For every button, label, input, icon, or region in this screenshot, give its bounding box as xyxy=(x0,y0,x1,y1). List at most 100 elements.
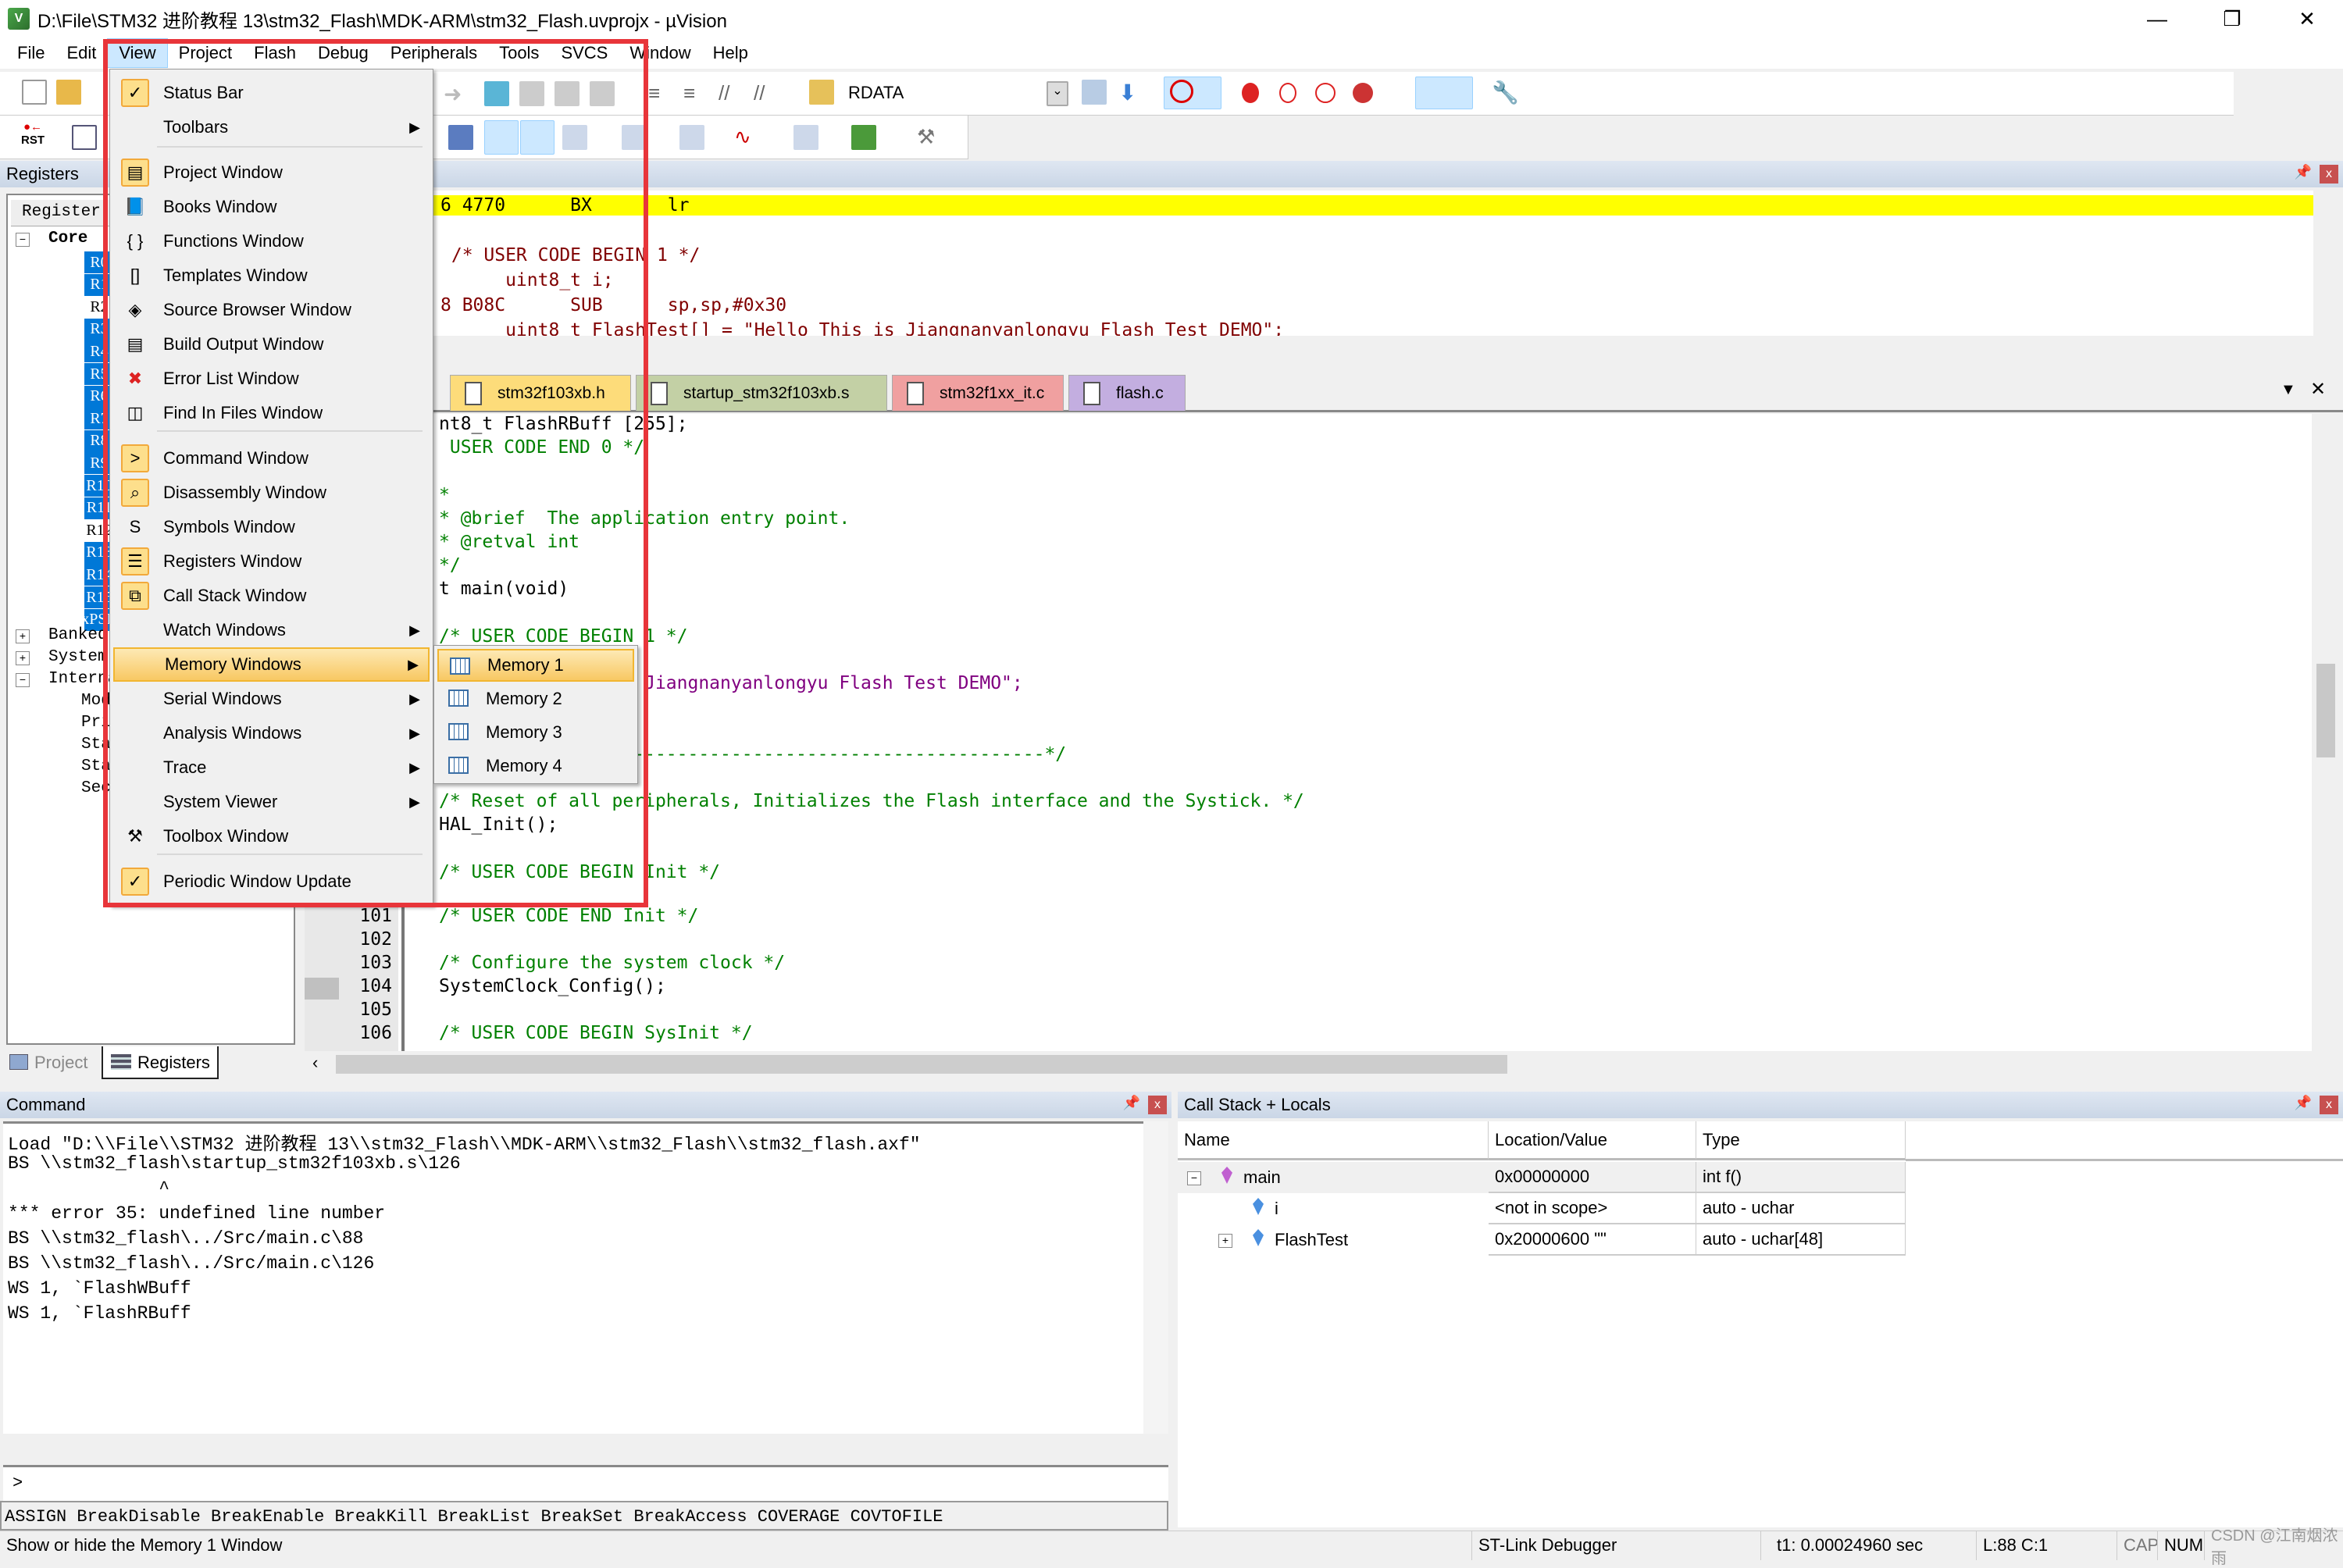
forward-arrow-icon[interactable]: ➜ xyxy=(444,81,469,106)
memory-submenu-item-1[interactable]: Memory 1 xyxy=(437,649,634,682)
view-menu-item-system-viewer[interactable]: System Viewer ▶ xyxy=(113,785,430,819)
collapse-core-icon[interactable]: − xyxy=(16,233,30,247)
internal-sec[interactable]: Sec xyxy=(81,779,111,797)
column-header-location[interactable]: Location/Value xyxy=(1489,1121,1696,1160)
view-menu-item-trace[interactable]: Trace ▶ xyxy=(113,750,430,785)
view-menu-item-templates-window[interactable]: [] Templates Window xyxy=(113,258,430,293)
view-menu-item-toolbox-window[interactable]: ⚒ Toolbox Window xyxy=(113,819,430,853)
command-output[interactable]: Load "D:\\File\\STM32 进阶教程 13\\stm32_Fla… xyxy=(3,1121,1143,1434)
menu-edit[interactable]: Edit xyxy=(55,38,107,68)
watch-window-icon[interactable] xyxy=(562,125,587,150)
view-menu-item-memory-windows[interactable]: Memory Windows ▶ xyxy=(113,647,430,682)
serial-window-icon[interactable] xyxy=(679,125,704,150)
close-command-button[interactable]: x xyxy=(1148,1096,1167,1114)
view-menu-item-source-browser-window[interactable]: ◈ Source Browser Window xyxy=(113,293,430,327)
menu-file[interactable]: File xyxy=(6,38,55,68)
command-hscrollbar[interactable] xyxy=(3,1434,1168,1459)
close-disassembly-button[interactable]: x xyxy=(2320,165,2338,184)
find-dropdown-button[interactable]: ⌄ xyxy=(1047,81,1068,106)
command-input[interactable]: > xyxy=(3,1465,1168,1501)
unindent-icon[interactable]: ≡ xyxy=(683,81,708,106)
view-menu-item-build-output-window[interactable]: ▤ Build Output Window xyxy=(113,327,430,362)
system-viewer-icon[interactable] xyxy=(851,125,876,150)
editor-tab-0[interactable]: stm32f103xb.h xyxy=(450,375,631,411)
system-group[interactable]: System xyxy=(48,648,108,666)
view-menu-item-books-window[interactable]: 📘 Books Window xyxy=(113,190,430,224)
open-folder-icon[interactable] xyxy=(56,80,81,105)
editor-tab-3[interactable]: flash.c xyxy=(1068,375,1186,411)
registers-window-button[interactable] xyxy=(484,120,519,155)
memory-window-icon[interactable] xyxy=(622,125,647,150)
indent-icon[interactable]: ≡ xyxy=(648,81,673,106)
view-menu-item-symbols-window[interactable]: S Symbols Window xyxy=(113,510,430,544)
menu-flash[interactable]: Flash xyxy=(243,38,307,68)
tab-list-dropdown-icon[interactable]: ▼ xyxy=(2281,381,2296,399)
collapse-icon[interactable]: − xyxy=(1187,1171,1201,1185)
view-menu-item-find-in-files-window[interactable]: ◫ Find In Files Window xyxy=(113,396,430,430)
view-menu-item-toolbars[interactable]: Toolbars ▶ xyxy=(113,110,430,144)
menu-help[interactable]: Help xyxy=(702,38,759,68)
close-button[interactable]: ✕ xyxy=(2271,0,2343,37)
editor-hscroll-thumb[interactable] xyxy=(336,1055,1507,1074)
editor-hscrollbar[interactable]: ‹ xyxy=(305,1051,2312,1078)
find-combo-text[interactable]: RDATA xyxy=(848,83,904,103)
callstack-row-name[interactable]: i xyxy=(1178,1193,1489,1224)
menu-view[interactable]: View xyxy=(107,38,168,68)
banked-group[interactable]: Banked xyxy=(48,626,108,644)
collapse-internal-icon[interactable]: − xyxy=(16,673,30,687)
editor-vscroll-thumb[interactable] xyxy=(2316,664,2335,757)
callstack-row-value[interactable]: 0x20000600 "" xyxy=(1489,1224,1696,1256)
uncomment-icon[interactable]: // xyxy=(754,81,779,106)
column-header-name[interactable]: Name xyxy=(1178,1121,1489,1160)
tab-project[interactable]: Project xyxy=(0,1046,102,1079)
disassembly-hscrollbar[interactable] xyxy=(428,337,2313,361)
reset-button[interactable]: ●← RST xyxy=(17,120,48,147)
run-to-cursor-icon[interactable] xyxy=(72,125,97,150)
pin-icon[interactable]: 📌 xyxy=(2295,164,2312,180)
disassembly-scrollbar[interactable] xyxy=(2313,191,2340,336)
toolbox-icon[interactable]: ⚒ xyxy=(917,125,942,150)
logic-analyzer-icon[interactable]: ∿ xyxy=(734,125,759,150)
expand-system-icon[interactable]: + xyxy=(16,651,30,665)
view-menu-item-call-stack-window[interactable]: ⧉ Call Stack Window xyxy=(113,579,430,613)
callstack-row-value[interactable]: 0x00000000 xyxy=(1489,1162,1696,1193)
view-menu-item-project-window[interactable]: ▤ Project Window xyxy=(113,155,430,190)
kill-all-breakpoints-icon[interactable] xyxy=(1353,83,1373,103)
bookmark-icon[interactable] xyxy=(484,81,509,106)
pin-icon[interactable]: 📌 xyxy=(1123,1095,1140,1111)
next-bookmark-icon[interactable] xyxy=(555,81,580,106)
restore-button[interactable]: ❐ xyxy=(2196,0,2268,37)
insert-breakpoint-icon[interactable] xyxy=(1242,83,1259,103)
view-menu-item-registers-window[interactable]: ☰ Registers Window xyxy=(113,544,430,579)
view-menu-item-error-list-window[interactable]: ✖ Error List Window xyxy=(113,362,430,396)
column-header-type[interactable]: Type xyxy=(1696,1121,1906,1160)
pin-icon[interactable]: 📌 xyxy=(2295,1095,2312,1111)
editor-vscrollbar[interactable] xyxy=(2312,414,2340,1051)
menu-debug[interactable]: Debug xyxy=(307,38,380,68)
menu-peripherals[interactable]: Peripherals xyxy=(380,38,488,68)
incremental-find-icon[interactable]: ⬇ xyxy=(1118,80,1143,105)
editor-tab-1[interactable]: startup_stm32f103xb.s xyxy=(636,375,887,411)
menu-project[interactable]: Project xyxy=(168,38,243,68)
editor-tab-2[interactable]: stm32f1xx_it.c xyxy=(892,375,1064,411)
menu-tools[interactable]: Tools xyxy=(488,38,550,68)
find-in-files-icon[interactable] xyxy=(809,80,834,105)
view-menu-item-watch-windows[interactable]: Watch Windows ▶ xyxy=(113,613,430,647)
memory-submenu-item-4[interactable]: Memory 4 xyxy=(437,750,634,782)
tab-registers[interactable]: Registers xyxy=(102,1046,219,1079)
window-layout-button[interactable] xyxy=(1415,77,1473,109)
memory-submenu-item-3[interactable]: Memory 3 xyxy=(437,716,634,749)
expand-icon[interactable]: + xyxy=(1218,1234,1232,1248)
close-callstack-button[interactable]: x xyxy=(2320,1096,2338,1114)
view-menu-item-command-window[interactable]: > Command Window xyxy=(113,441,430,476)
clear-bookmarks-icon[interactable] xyxy=(590,81,615,106)
disassembly-view[interactable]: 6 4770 BX lr /* USER CODE BEGIN 1 */ uin… xyxy=(428,191,2313,336)
find-icon[interactable] xyxy=(1082,80,1107,105)
disable-all-breakpoints-icon[interactable] xyxy=(1315,83,1336,103)
new-file-icon[interactable] xyxy=(22,80,47,105)
view-menu-item-serial-windows[interactable]: Serial Windows ▶ xyxy=(113,682,430,716)
view-menu-item-functions-window[interactable]: { } Functions Window xyxy=(113,224,430,258)
core-group[interactable]: Core xyxy=(48,230,87,248)
memory-submenu-item-2[interactable]: Memory 2 xyxy=(437,682,634,715)
enable-breakpoint-icon[interactable] xyxy=(1279,83,1296,103)
